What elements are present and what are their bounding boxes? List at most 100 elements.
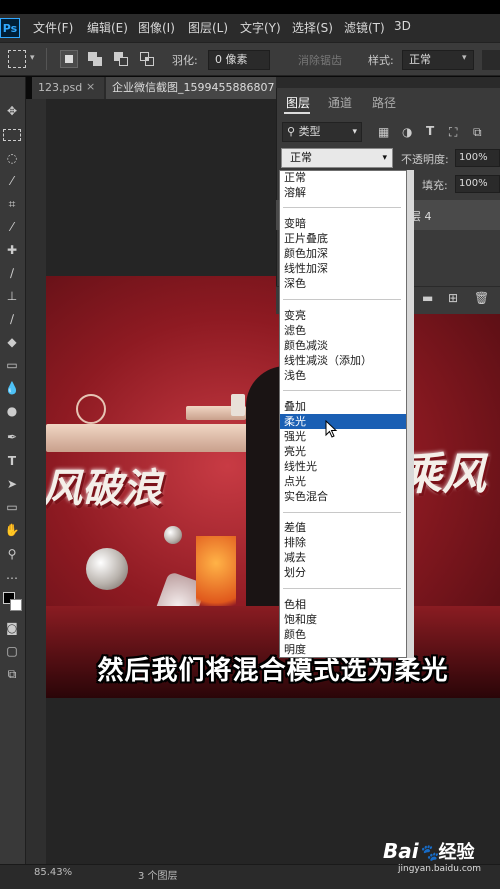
blur-tool-icon[interactable]: 💧	[3, 380, 21, 396]
anti-alias-option[interactable]: 消除锯齿	[298, 52, 342, 68]
layer-filter-select[interactable]: ⚲ 类型 ▾	[282, 122, 362, 142]
baidu-watermark-logo: Bai🐾经验	[383, 838, 475, 864]
more-tools-icon[interactable]: ⋯	[3, 570, 21, 586]
shape-filter-icon[interactable]: ⛶	[449, 125, 457, 140]
option-hard-mix[interactable]: 实色混合	[284, 489, 328, 504]
layer-count: 3 个图层	[138, 871, 178, 882]
magic-wand-icon[interactable]: ⁄	[3, 173, 21, 189]
fill-input[interactable]: 100%	[455, 175, 500, 193]
mouse-cursor-icon	[325, 420, 338, 438]
option-difference[interactable]: 差值	[284, 520, 306, 535]
frame-icon[interactable]: ⧉	[3, 666, 21, 682]
smart-object-filter-icon[interactable]: ⧉	[473, 125, 482, 140]
marquee-tool-icon[interactable]	[8, 50, 26, 68]
screen-mode-icon[interactable]: ▢	[3, 643, 21, 659]
menu-3d[interactable]: 3D	[394, 19, 411, 33]
option-color-burn[interactable]: 颜色加深	[284, 246, 328, 261]
option-linear-light[interactable]: 线性光	[284, 459, 317, 474]
intersect-selection-icon[interactable]	[138, 50, 156, 68]
tab-label: 123.psd	[38, 81, 83, 94]
add-selection-icon[interactable]	[86, 50, 104, 68]
menu-type[interactable]: 文字(Y)	[240, 19, 281, 36]
option-overlay[interactable]: 叠加	[284, 399, 306, 414]
option-subtract[interactable]: 减去	[284, 550, 306, 565]
ball-large	[86, 548, 128, 590]
rectangle-tool-icon[interactable]: ▭	[3, 499, 21, 515]
option-normal[interactable]: 正常	[284, 170, 306, 185]
path-select-icon[interactable]: ➤	[3, 476, 21, 492]
option-hard-light[interactable]: 强光	[284, 429, 306, 444]
adjustment-filter-icon[interactable]: ◑	[402, 125, 412, 139]
width-input[interactable]	[482, 50, 500, 70]
menu-image[interactable]: 图像(I)	[138, 19, 175, 36]
tab-paths[interactable]: 路径	[372, 94, 396, 111]
artwork-image: 风破浪 乘风	[46, 276, 500, 698]
tab-layers[interactable]: 图层	[286, 94, 310, 111]
style-label: 样式:	[368, 54, 394, 67]
active-tab-underline	[284, 112, 310, 114]
lasso-tool-icon[interactable]: ◌	[3, 150, 21, 166]
menu-edit[interactable]: 编辑(E)	[87, 19, 128, 36]
menu-file[interactable]: 文件(F)	[33, 19, 73, 36]
option-darken[interactable]: 变暗	[284, 216, 306, 231]
feather-input[interactable]: 0 像素	[208, 50, 270, 70]
option-screen[interactable]: 滤色	[284, 323, 306, 338]
healing-brush-icon[interactable]: ✚	[3, 242, 21, 258]
ornament-ball	[76, 394, 106, 424]
new-selection-icon[interactable]	[60, 50, 78, 68]
pen-tool-icon[interactable]: ✒	[3, 429, 21, 445]
dodge-tool-icon[interactable]: ●	[3, 403, 21, 419]
folder-icon[interactable]: ▬	[422, 291, 433, 305]
option-linear-dodge[interactable]: 线性减淡（添加）	[284, 353, 372, 368]
move-tool-icon[interactable]: ✥	[3, 103, 21, 119]
clone-stamp-icon[interactable]: ⊥	[3, 288, 21, 304]
eraser-icon[interactable]: ◆	[3, 334, 21, 350]
chevron-down-icon[interactable]: ▾	[30, 53, 35, 63]
watermark-url: jingyan.baidu.com	[398, 864, 482, 874]
option-vivid-light[interactable]: 亮光	[284, 444, 306, 459]
option-lighter-color[interactable]: 浅色	[284, 368, 306, 383]
option-exclusion[interactable]: 排除	[284, 535, 306, 550]
history-brush-icon[interactable]: ∕	[3, 311, 21, 327]
option-hue[interactable]: 色相	[284, 597, 306, 612]
divider	[283, 512, 401, 513]
type-tool-icon[interactable]: T	[3, 453, 21, 469]
opacity-label: 不透明度:	[401, 153, 449, 166]
option-saturation[interactable]: 饱和度	[284, 612, 317, 627]
option-darker-color[interactable]: 深色	[284, 276, 306, 291]
new-layer-icon[interactable]: ⊞	[448, 291, 458, 305]
option-color-dodge[interactable]: 颜色减淡	[284, 338, 328, 353]
menu-layer[interactable]: 图层(L)	[188, 19, 228, 36]
type-filter-icon[interactable]: T	[426, 124, 434, 138]
tab-screenshot[interactable]: 企业微信截图_1599455886807	[106, 77, 276, 99]
option-multiply[interactable]: 正片叠底	[284, 231, 328, 246]
pixel-filter-icon[interactable]: ▦	[378, 125, 389, 139]
hand-tool-icon[interactable]: ✋	[3, 522, 21, 538]
option-divide[interactable]: 划分	[284, 565, 306, 580]
opacity-input[interactable]: 100%	[455, 149, 500, 167]
eyedropper-icon[interactable]: ⁄	[3, 219, 21, 235]
option-color[interactable]: 颜色	[284, 627, 306, 642]
menu-filter[interactable]: 滤镜(T)	[344, 19, 385, 36]
option-lighten[interactable]: 变亮	[284, 308, 306, 323]
zoom-tool-icon[interactable]: ⚲	[3, 546, 21, 562]
gradient-tool-icon[interactable]: ▭	[3, 357, 21, 373]
brush-tool-icon[interactable]: ∕	[3, 265, 21, 281]
dropdown-scrollbar[interactable]	[407, 170, 414, 658]
quick-mask-icon[interactable]: ◙	[3, 620, 21, 636]
close-icon[interactable]: ×	[86, 80, 95, 93]
option-luminosity[interactable]: 明度	[284, 642, 306, 657]
blend-mode-select[interactable]: 正常 ▾	[281, 148, 393, 168]
option-linear-burn[interactable]: 线性加深	[284, 261, 328, 276]
option-soft-light[interactable]: 柔光	[280, 414, 406, 429]
background-color-swatch[interactable]	[10, 599, 22, 611]
tab-channels[interactable]: 通道	[328, 94, 352, 111]
menu-select[interactable]: 选择(S)	[292, 19, 333, 36]
crop-tool-icon[interactable]: ⌗	[3, 196, 21, 212]
zoom-level[interactable]: 85.43%	[34, 867, 72, 878]
marquee-tool-icon[interactable]	[3, 129, 21, 141]
option-pin-light[interactable]: 点光	[284, 474, 306, 489]
option-dissolve[interactable]: 溶解	[284, 185, 306, 200]
subtract-selection-icon[interactable]	[112, 50, 130, 68]
delete-layer-icon[interactable]: 🗑	[474, 291, 489, 305]
